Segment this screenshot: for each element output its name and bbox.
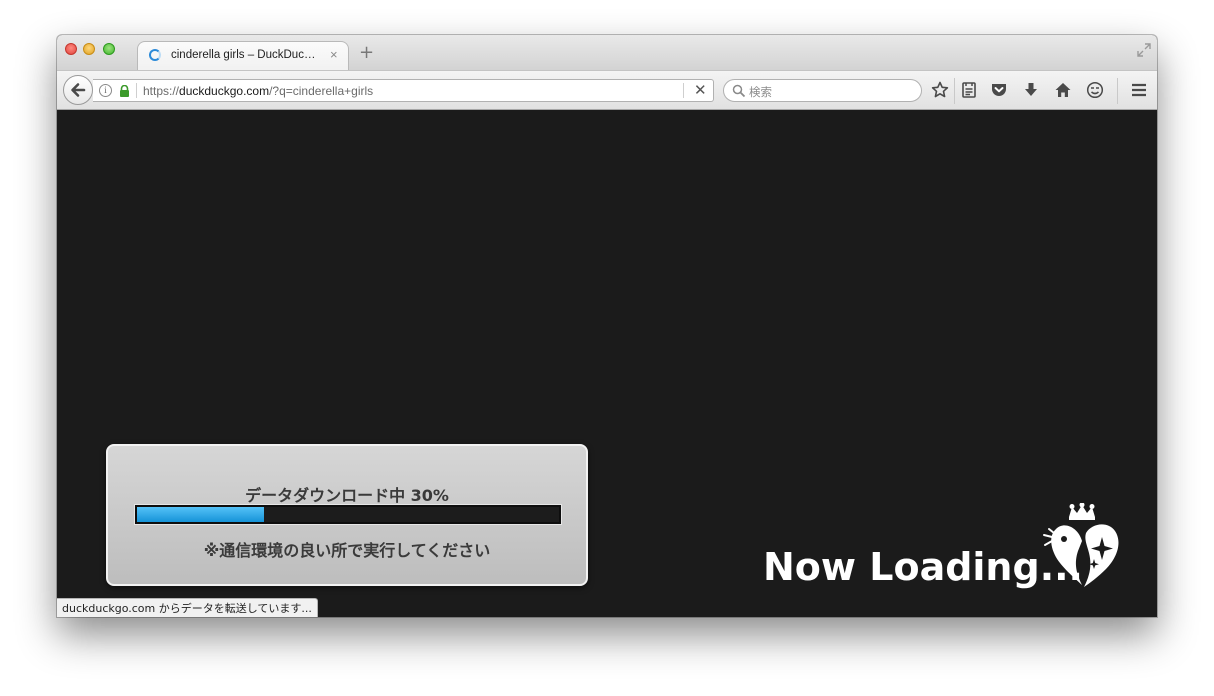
fullscreen-icon[interactable]	[1137, 43, 1151, 57]
toolbar-divider	[1117, 78, 1118, 104]
heart-crown-logo-icon	[1043, 503, 1119, 587]
tab-title: cinderella girls – DuckDuc…	[171, 49, 316, 61]
page-content: データダウンロード中 30% ※通信環境の良い所で実行してください Now Lo…	[57, 110, 1157, 617]
bookmark-star-icon[interactable]	[931, 81, 949, 99]
url-text[interactable]: https://duckduckgo.com/?q=cinderella+gir…	[143, 84, 373, 98]
url-scheme: https://	[143, 84, 180, 98]
back-button[interactable]	[63, 75, 93, 105]
back-arrow-icon	[71, 83, 86, 97]
download-progress-bar	[135, 505, 561, 524]
network-notice: ※通信環境の良い所で実行してください	[203, 541, 491, 560]
url-path: /?q=cinderella+girls	[269, 84, 374, 98]
url-domain: duckduckgo.com	[179, 84, 270, 98]
home-icon[interactable]	[1054, 81, 1072, 99]
download-status-label: データダウンロード中 30%	[245, 486, 449, 505]
search-icon	[732, 84, 746, 98]
progress-fill	[137, 507, 264, 522]
pocket-icon[interactable]	[990, 81, 1008, 99]
nav-toolbar: i https://duckduckgo.com/?q=cinderella+g…	[57, 70, 1157, 110]
status-bar: duckduckgo.com からデータを転送しています...	[57, 598, 318, 617]
menu-icon[interactable]	[1130, 81, 1148, 99]
tab-strip: cinderella girls – DuckDuc… × +	[57, 35, 1157, 71]
tab-active[interactable]: cinderella girls – DuckDuc… ×	[137, 41, 349, 71]
download-icon[interactable]	[1022, 81, 1040, 99]
toolbar-divider	[954, 78, 955, 104]
lock-icon	[120, 85, 129, 97]
site-info-icon[interactable]: i	[99, 84, 112, 97]
tab-close-button[interactable]: ×	[330, 47, 338, 62]
download-progress-dialog: データダウンロード中 30% ※通信環境の良い所で実行してください	[106, 444, 588, 586]
loading-spinner-icon	[149, 49, 161, 61]
emoji-icon[interactable]	[1086, 81, 1104, 99]
now-loading-text: Now Loading...	[763, 545, 1083, 589]
window-minimize-button[interactable]	[83, 43, 95, 55]
window-zoom-button[interactable]	[103, 43, 115, 55]
search-input[interactable]: 検索	[723, 79, 922, 102]
reading-list-icon[interactable]	[960, 81, 978, 99]
search-placeholder: 検索	[749, 85, 772, 99]
url-bar[interactable]: i https://duckduckgo.com/?q=cinderella+g…	[93, 79, 714, 102]
url-divider	[683, 83, 684, 98]
stop-loading-icon[interactable]: ✕	[694, 81, 707, 99]
url-divider	[136, 83, 137, 98]
new-tab-button[interactable]: +	[359, 44, 374, 62]
window-close-button[interactable]	[65, 43, 77, 55]
browser-window: cinderella girls – DuckDuc… × + i https:…	[57, 35, 1157, 617]
